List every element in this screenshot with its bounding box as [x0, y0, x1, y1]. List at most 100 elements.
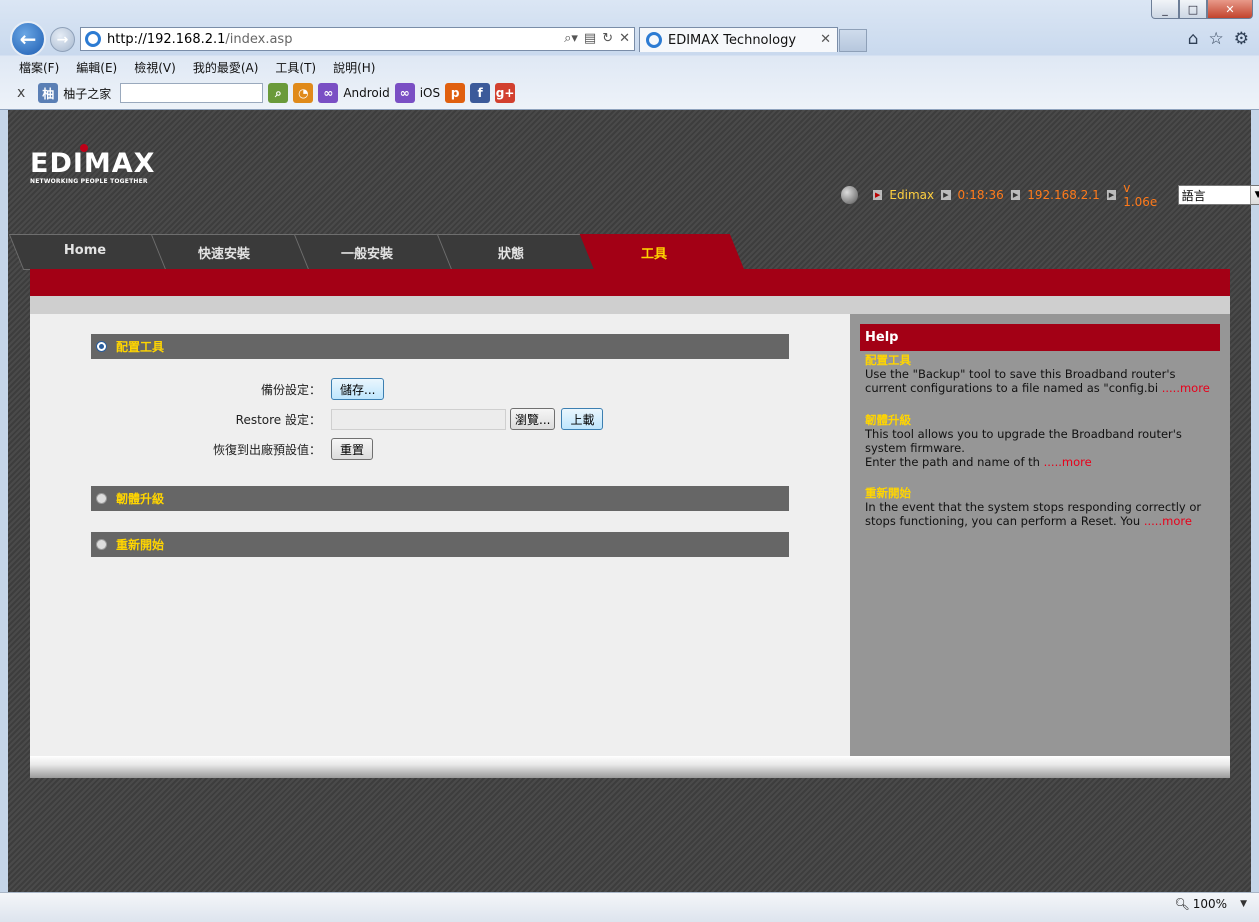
facebook-icon[interactable]: f — [470, 83, 491, 103]
browser-status-bar: 🔍︎ 100% ▼ — [0, 892, 1259, 922]
menu-edit[interactable]: 編輯(E) — [76, 59, 117, 76]
more-link[interactable]: .....more — [1162, 381, 1210, 395]
logo-tagline: NETWORKING PEOPLE TOGETHER — [30, 178, 148, 185]
reset-row: 恢復到出廠預設值： 重置 — [91, 436, 789, 462]
upload-button[interactable]: 上載 — [561, 408, 604, 430]
search-icon[interactable]: ⌕▾ — [564, 31, 578, 46]
tab-quick-setup[interactable]: 快速安裝 — [169, 243, 279, 262]
more-link[interactable]: .....more — [1044, 455, 1092, 469]
router-page: EDIMAX NETWORKING PEOPLE TOGETHER ▶ Edim… — [8, 110, 1259, 892]
back-button[interactable]: ← — [10, 21, 46, 57]
minimize-button[interactable]: _ — [1151, 0, 1179, 19]
google-plus-icon[interactable]: g+ — [495, 83, 516, 103]
section-radio[interactable] — [96, 493, 107, 504]
language-select[interactable]: 語言 ▼ — [1177, 185, 1259, 205]
section-config-tools[interactable]: 配置工具 — [91, 334, 789, 359]
backup-row: 備份設定： 儲存... — [91, 376, 789, 402]
device-status: ▶ Edimax ▶ 0:18:36 ▶ 192.168.2.1 ▶ v 1.0… — [841, 181, 1259, 209]
new-tab-button[interactable] — [839, 29, 867, 52]
help-heading: 韌體升級 — [865, 413, 911, 427]
ios-link-icon[interactable]: ∞ — [394, 83, 415, 103]
help-title: Help — [860, 324, 1220, 351]
android-link-icon[interactable]: ∞ — [318, 83, 339, 103]
rss-icon[interactable]: ◔ — [293, 83, 314, 103]
tab-tools[interactable]: 工具 — [599, 243, 709, 262]
help-heading: 配置工具 — [865, 353, 911, 367]
restore-file-input[interactable] — [331, 408, 506, 430]
chevron-down-icon: ▼ — [1249, 186, 1259, 204]
home-icon[interactable]: ⌂ — [1188, 29, 1199, 49]
menu-favorites[interactable]: 我的最愛(A) — [193, 59, 259, 76]
section-firmware-upgrade[interactable]: 韌體升級 — [91, 486, 789, 511]
help-heading: 重新開始 — [865, 486, 911, 500]
close-window-button[interactable]: ✕ — [1207, 0, 1253, 19]
main-content: 配置工具 備份設定： 儲存... Restore 設定： 瀏覽... 上載 恢復… — [30, 314, 850, 756]
save-button[interactable]: 儲存... — [331, 378, 385, 400]
globe-icon — [841, 186, 858, 204]
zoom-dropdown-icon[interactable]: ▼ — [1240, 899, 1247, 909]
menu-file[interactable]: 檔案(F) — [19, 59, 59, 76]
status-arrow-icon: ▶ — [1106, 190, 1117, 200]
restore-label: Restore 設定： — [235, 412, 321, 427]
help-text: This tool allows you to upgrade the Broa… — [865, 427, 1182, 455]
firmware-version: v 1.06e — [1123, 181, 1158, 209]
separator-bar — [30, 296, 1230, 314]
plurk-icon[interactable]: p — [445, 83, 466, 103]
backup-label: 備份設定： — [260, 382, 321, 397]
address-path: /index.asp — [225, 31, 293, 47]
close-toolbar-icon[interactable]: x — [17, 85, 25, 101]
section-radio[interactable] — [96, 539, 107, 550]
edimax-logo: EDIMAX NETWORKING PEOPLE TOGETHER — [30, 144, 156, 185]
uptime: 0:18:36 — [957, 188, 1004, 202]
toolbar-search-input[interactable] — [120, 83, 264, 103]
settings-gear-icon[interactable]: ⚙ — [1234, 29, 1249, 49]
forward-button[interactable]: → — [50, 27, 75, 52]
toolbar-search-icon[interactable]: ⌕ — [268, 83, 289, 103]
address-bar[interactable]: http://192.168.2.1/index.asp ⌕▾ ▤ ↻ ✕ — [80, 27, 635, 51]
restore-row: Restore 設定： 瀏覽... 上載 — [91, 406, 789, 432]
section-title: 配置工具 — [116, 340, 165, 354]
menu-view[interactable]: 檢視(V) — [134, 59, 176, 76]
stop-icon[interactable]: ✕ — [619, 31, 630, 46]
site-name[interactable]: 柚子之家 — [63, 85, 111, 102]
menu-bar: 檔案(F) 編輯(E) 檢視(V) 我的最愛(A) 工具(T) 說明(H) — [0, 56, 1259, 78]
menu-help[interactable]: 說明(H) — [333, 59, 375, 76]
tab-status[interactable]: 狀態 — [456, 243, 566, 262]
zoom-control[interactable]: 🔍︎ 100% — [1174, 897, 1227, 911]
help-item-config-tools: 配置工具 Use the "Backup" tool to save this … — [865, 353, 1215, 395]
browser-chrome: _ □ ✕ ← → http://192.168.2.1/index.asp ⌕… — [0, 0, 1259, 110]
device-ip: 192.168.2.1 — [1027, 188, 1100, 202]
ios-link[interactable]: iOS — [420, 86, 440, 100]
menu-tools[interactable]: 工具(T) — [275, 59, 316, 76]
section-radio-selected[interactable] — [96, 341, 107, 352]
footer-bar — [30, 756, 1230, 778]
android-link[interactable]: Android — [343, 86, 389, 100]
close-tab-icon[interactable]: ✕ — [820, 32, 831, 47]
more-link[interactable]: .....more — [1144, 514, 1192, 528]
tab-edimax[interactable]: EDIMAX Technology ✕ — [639, 27, 838, 52]
zoom-icon: 🔍︎ — [1174, 897, 1190, 911]
help-item-restart: 重新開始 In the event that the system stops … — [865, 486, 1215, 528]
help-panel: Help 配置工具 Use the "Backup" tool to save … — [850, 314, 1230, 756]
reset-button[interactable]: 重置 — [331, 438, 374, 460]
tab-page-icon — [646, 32, 662, 48]
compat-view-icon[interactable]: ▤ — [584, 31, 596, 46]
tab-home[interactable]: Home — [30, 243, 140, 258]
site-logo-icon[interactable]: 柚 — [38, 83, 59, 103]
logo-brand: EDIMAX — [30, 148, 156, 179]
help-text: Use the "Backup" tool to save this Broad… — [865, 367, 1176, 395]
favorites-star-icon[interactable]: ☆ — [1209, 29, 1224, 49]
refresh-icon[interactable]: ↻ — [602, 31, 613, 46]
section-restart[interactable]: 重新開始 — [91, 532, 789, 557]
main-nav: Home 快速安裝 一般安裝 狀態 工具 — [8, 234, 1230, 270]
status-arrow-icon: ▶ — [1010, 190, 1021, 200]
section-title: 韌體升級 — [116, 492, 165, 506]
browse-button[interactable]: 瀏覽... — [510, 408, 556, 430]
language-value: 語言 — [1181, 188, 1206, 203]
tab-general-setup[interactable]: 一般安裝 — [312, 243, 422, 262]
reset-label: 恢復到出廠預設值： — [212, 442, 321, 457]
ie-page-icon — [85, 31, 101, 47]
maximize-button[interactable]: □ — [1179, 0, 1207, 19]
tab-title: EDIMAX Technology — [668, 32, 797, 48]
section-title: 重新開始 — [116, 538, 165, 552]
